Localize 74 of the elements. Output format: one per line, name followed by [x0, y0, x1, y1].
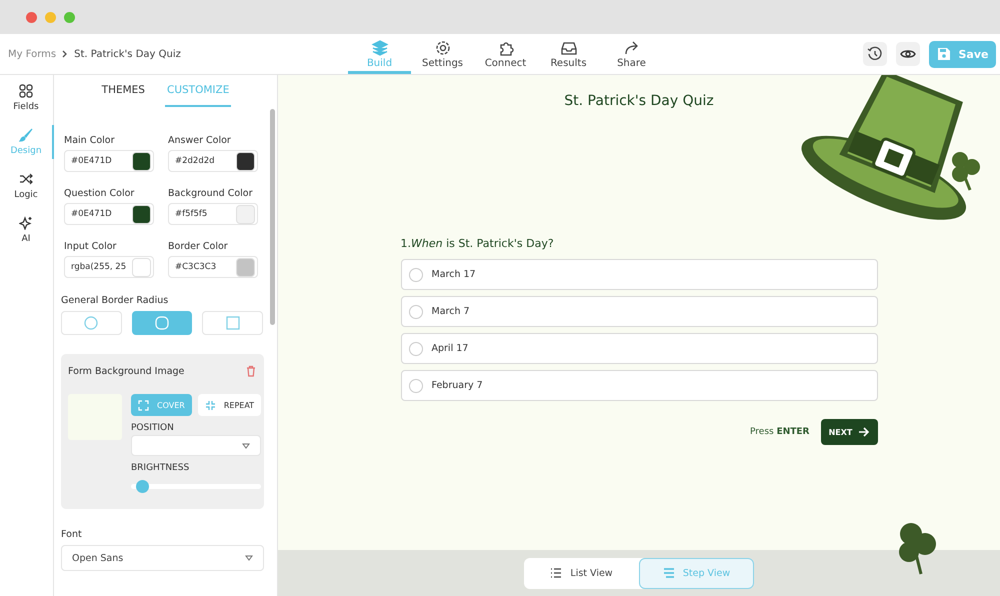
arrow-right-icon — [858, 427, 870, 437]
fit-button[interactable]: REPEAT — [198, 394, 262, 416]
grid-icon — [19, 84, 33, 98]
color-input[interactable]: rgba(255, 25 — [64, 256, 154, 278]
section-label: General Border Radius — [61, 295, 170, 306]
color-input[interactable]: #2d2d2d — [168, 150, 258, 172]
collapse-icon — [204, 400, 216, 410]
field-label: Input Color — [64, 241, 118, 252]
color-swatch[interactable] — [132, 152, 151, 170]
border-radius-option[interactable] — [132, 311, 192, 335]
panel-tab[interactable]: THEMES — [100, 75, 147, 107]
sparkle-icon — [19, 216, 33, 230]
color-input[interactable]: #0E471D — [64, 150, 154, 172]
circle-icon — [84, 316, 98, 330]
nav-tab[interactable]: Settings — [411, 34, 474, 74]
form-name: St. Patrick's Day Quiz — [74, 48, 181, 60]
preview-button[interactable] — [896, 42, 920, 66]
zoom-window-dot[interactable] — [64, 12, 75, 22]
share-arrow-icon — [622, 40, 640, 56]
chevron-right-icon — [62, 50, 68, 58]
position-select[interactable] — [131, 435, 262, 456]
minimize-window-dot[interactable] — [45, 12, 56, 22]
keyboard-hint: Press ENTER — [750, 427, 810, 437]
caret-icon — [245, 555, 253, 561]
close-window-dot[interactable] — [26, 12, 37, 22]
color-swatch[interactable] — [236, 152, 255, 170]
sidebar-item[interactable]: Fields — [0, 81, 54, 115]
card-title: Form Background Image — [68, 366, 184, 376]
font-select[interactable]: Open Sans — [61, 545, 264, 571]
expand-icon — [138, 400, 149, 410]
nav-tab[interactable]: Results — [537, 34, 600, 74]
shuffle-icon — [19, 172, 33, 186]
answer-option[interactable]: March 17 — [400, 259, 878, 290]
question-text: 1.When is St. Patrick's Day? — [400, 237, 555, 250]
color-input[interactable]: #0E471D — [64, 203, 154, 225]
list-icon — [550, 568, 562, 578]
field-label: BRIGHTNESS — [131, 463, 190, 473]
color-swatch[interactable] — [132, 204, 151, 224]
color-swatch[interactable] — [236, 204, 255, 224]
next-button[interactable]: NEXT — [820, 419, 878, 445]
trash-icon[interactable] — [246, 365, 256, 377]
answer-option[interactable]: February 7 — [400, 370, 878, 401]
field-label: Main Color — [64, 135, 116, 146]
color-input[interactable]: #f5f5f5 — [168, 203, 258, 225]
nav-tab[interactable]: Share — [600, 34, 663, 74]
square-icon — [155, 316, 169, 330]
inbox-icon — [560, 40, 578, 56]
breadcrumb-link[interactable]: My Forms — [8, 48, 56, 60]
field-label: Background Color — [168, 188, 254, 199]
sidebar-item[interactable]: AI — [0, 213, 54, 247]
answer-option[interactable]: March 7 — [400, 296, 878, 327]
square-icon — [226, 316, 240, 330]
color-swatch[interactable] — [236, 258, 255, 276]
view-toggle[interactable]: List View — [524, 558, 639, 588]
slider-handle[interactable] — [136, 480, 148, 493]
field-label: Border Color — [168, 241, 229, 252]
color-input[interactable]: #C3C3C3 — [168, 256, 258, 278]
history-icon — [867, 46, 883, 62]
nav-tab[interactable]: Connect — [474, 34, 537, 74]
form-title: St. Patrick's Day Quiz — [564, 93, 714, 109]
lines-icon — [662, 568, 675, 578]
paintbrush-icon — [19, 128, 33, 142]
history-button[interactable] — [863, 42, 887, 66]
color-swatch[interactable] — [132, 258, 151, 276]
field-label: Answer Color — [168, 135, 232, 146]
layers-icon — [370, 40, 388, 56]
section-label: Font — [61, 529, 83, 540]
field-label: Question Color — [64, 188, 136, 199]
sidebar-item[interactable]: Logic — [0, 169, 54, 203]
gear-icon — [434, 40, 452, 56]
caret-icon — [242, 442, 250, 448]
scrollbar[interactable] — [270, 109, 275, 325]
answer-option[interactable]: April 17 — [400, 333, 878, 364]
field-label: POSITION — [131, 423, 175, 433]
